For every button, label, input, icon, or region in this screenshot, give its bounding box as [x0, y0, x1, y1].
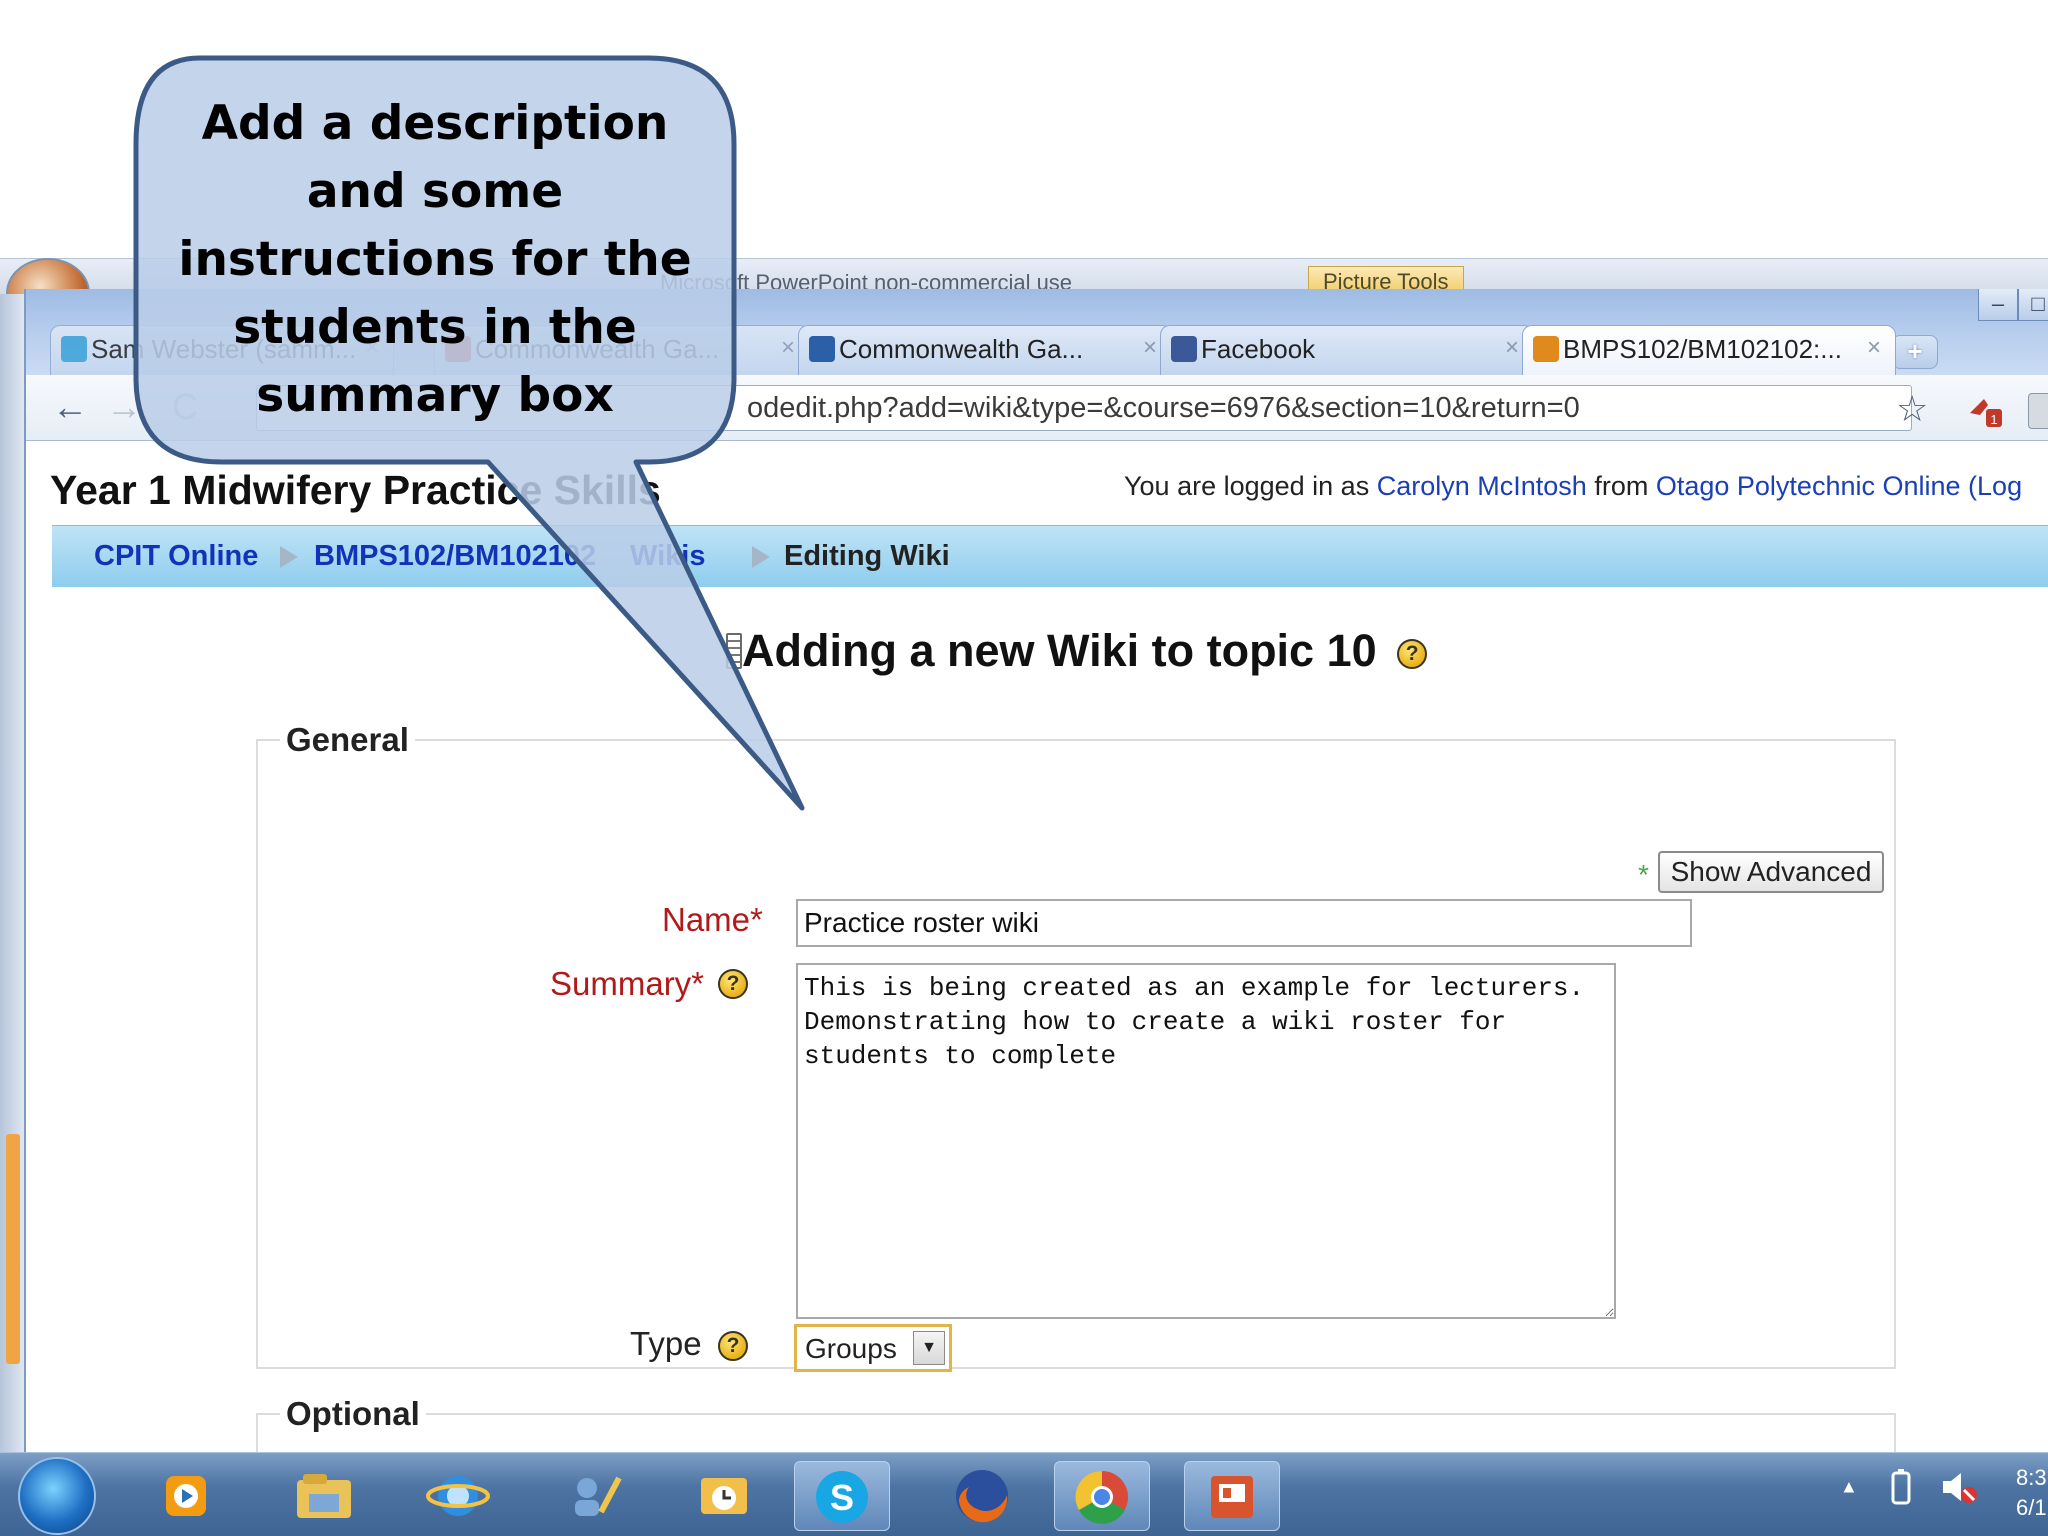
media-player-icon[interactable]	[138, 1461, 234, 1531]
breadcrumb-separator-icon	[280, 546, 298, 568]
page-menu-icon[interactable]	[2028, 393, 2048, 429]
close-icon[interactable]: ×	[1867, 334, 1881, 362]
breadcrumb: CPIT Online BMPS102/BM102102 Wikis Editi…	[52, 525, 2048, 587]
back-button[interactable]: ←	[52, 389, 88, 425]
close-icon[interactable]: ×	[781, 334, 795, 362]
windows-start-icon[interactable]	[18, 1457, 96, 1535]
facebook-icon	[1171, 336, 1197, 362]
callout-text: Add a description and some instructions …	[178, 96, 692, 423]
windows-taskbar: S ▲ 8:3 6/1	[0, 1452, 2048, 1536]
browser-window: Sam Webster (samm... × Commonwealth Ga..…	[24, 289, 2048, 1493]
general-legend: General	[280, 721, 415, 759]
login-info: You are logged in as Carolyn McIntosh fr…	[1124, 471, 2022, 502]
minimize-button[interactable]: –	[1978, 289, 2018, 321]
tab-bmps102[interactable]: BMPS102/BM102102:... ×	[1522, 325, 1896, 375]
battery-icon[interactable]	[1890, 1469, 1912, 1505]
login-from: from	[1594, 471, 1649, 501]
wiki-module-icon	[726, 633, 742, 669]
login-prefix: You are logged in as	[1124, 471, 1370, 501]
svg-text:S: S	[830, 1477, 854, 1518]
slide-thumbnail-selection[interactable]	[6, 1134, 20, 1364]
chevron-down-icon[interactable]: ▼	[913, 1331, 945, 1365]
system-tray: ▲	[1840, 1469, 1979, 1505]
volume-muted-icon[interactable]	[1939, 1469, 1979, 1505]
user-accounts-icon[interactable]	[546, 1461, 642, 1531]
new-tab-button[interactable]: +	[1892, 335, 1938, 369]
breadcrumb-current: Editing Wiki	[784, 540, 950, 572]
type-selected-value: Groups	[805, 1333, 897, 1364]
summary-textarea[interactable]: This is being created as an example for …	[796, 963, 1616, 1319]
twitter-bird-icon	[61, 336, 87, 362]
tab-facebook[interactable]: Facebook ×	[1160, 325, 1534, 375]
tab-commonwealth-games-2[interactable]: Commonwealth Ga... ×	[798, 325, 1172, 375]
clock-time: 8:3	[2016, 1465, 2047, 1490]
commonwealth-games-icon	[809, 336, 835, 362]
skype-icon[interactable]: S	[794, 1461, 890, 1531]
breadcrumb-wikis[interactable]: Wikis	[630, 540, 706, 573]
chrome-icon[interactable]	[1054, 1461, 1150, 1531]
show-advanced-button[interactable]: Show Advanced	[1658, 851, 1884, 893]
window-controls: – □	[1956, 289, 2048, 329]
maximize-button[interactable]: □	[2018, 289, 2048, 321]
user-link[interactable]: Carolyn McIntosh	[1377, 471, 1587, 501]
clock-date: 6/1	[2016, 1495, 2047, 1520]
extension-icon[interactable]: 1	[1966, 393, 2006, 429]
page-heading: Adding a new Wiki to topic 10 ?	[742, 625, 1428, 677]
powerpoint-icon[interactable]	[1184, 1461, 1280, 1531]
breadcrumb-course[interactable]: BMPS102/BM102102	[314, 540, 596, 573]
name-field[interactable]	[796, 899, 1692, 947]
powerpoint-slide-pane	[0, 294, 24, 1454]
file-explorer-icon[interactable]	[276, 1461, 372, 1531]
outlook-icon[interactable]	[676, 1461, 772, 1531]
help-icon[interactable]: ?	[1397, 639, 1428, 670]
page-title: Year 1 Midwifery Practice Skills	[50, 467, 661, 513]
logout-link[interactable]: (Log	[1968, 471, 2022, 501]
screenshot-stage: Microsoft PowerPoint non-commercial use …	[0, 0, 2048, 1536]
type-label: Type	[630, 1325, 702, 1362]
type-select[interactable]: Groups ▼	[794, 1324, 952, 1372]
moodle-icon	[1533, 336, 1559, 362]
required-marker: *	[1638, 859, 1649, 890]
summary-label: Summary*	[550, 965, 705, 1002]
close-icon[interactable]: ×	[1143, 334, 1157, 362]
taskbar-clock[interactable]: 8:3 6/1	[2016, 1463, 2047, 1523]
tab-label: Facebook	[1201, 334, 1316, 364]
help-icon[interactable]: ?	[718, 1331, 748, 1361]
close-icon[interactable]: ×	[1505, 334, 1519, 362]
breadcrumb-cpit-online[interactable]: CPIT Online	[94, 540, 258, 573]
firefox-icon[interactable]	[934, 1461, 1030, 1531]
name-label: Name*	[662, 901, 763, 938]
bookmark-star-icon[interactable]: ☆	[1896, 391, 1928, 427]
help-icon[interactable]: ?	[718, 969, 748, 999]
moodle-page: Year 1 Midwifery Practice Skills You are…	[26, 441, 2048, 1493]
optional-legend: Optional	[280, 1395, 426, 1433]
svg-text:1: 1	[1990, 412, 1997, 427]
forward-button[interactable]: →	[106, 389, 142, 425]
tab-label: BMPS102/BM102102:...	[1563, 334, 1842, 364]
tab-label: Commonwealth Ga...	[839, 334, 1084, 364]
internet-explorer-icon[interactable]	[410, 1461, 506, 1531]
org-link[interactable]: Otago Polytechnic Online	[1656, 471, 1961, 501]
heading-text: Adding a new Wiki to topic 10	[742, 625, 1377, 676]
url-text: odedit.php?add=wiki&type=&course=6976&se…	[747, 392, 1580, 424]
breadcrumb-separator-icon	[752, 546, 770, 568]
show-hidden-icons-icon[interactable]: ▲	[1840, 1477, 1858, 1497]
